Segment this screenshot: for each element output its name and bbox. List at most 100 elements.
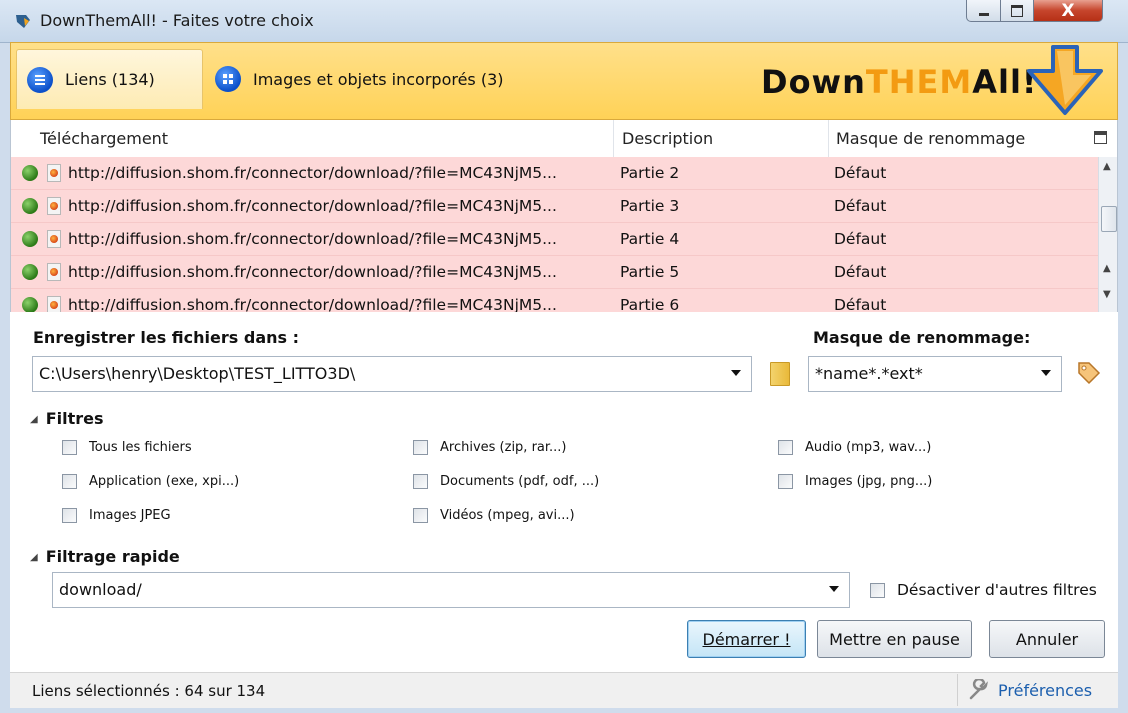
check-icon[interactable] — [22, 231, 38, 247]
checkbox-label: Archives (zip, rar...) — [440, 440, 567, 455]
rename-mask-label: Masque de renommage: — [813, 328, 1031, 347]
tab-bar: Liens (134) Images et objets incorporés … — [10, 42, 1118, 120]
checkbox-label: Documents (pdf, odf, ...) — [440, 474, 600, 489]
filter-audio[interactable]: Audio (mp3, wav...) — [778, 440, 931, 455]
row-description: Partie 4 — [620, 230, 680, 248]
disable-other-filters[interactable]: Désactiver d'autres filtres — [870, 581, 1097, 599]
quick-filter-value: download/ — [59, 580, 142, 599]
status-bar: Liens sélectionnés : 64 sur 134 Préféren… — [10, 672, 1118, 708]
quick-filter-title: Filtrage rapide — [45, 547, 180, 566]
close-button[interactable]: X — [1033, 0, 1103, 22]
checkbox[interactable] — [870, 582, 885, 598]
quick-filter-section-header[interactable]: ◢ Filtrage rapide — [30, 547, 180, 566]
row-url: http://diffusion.shom.fr/connector/downl… — [68, 197, 557, 215]
chevron-down-icon[interactable] — [731, 370, 741, 376]
scroll-up-icon[interactable]: ▲ — [1103, 263, 1111, 274]
row-mask: Défaut — [834, 230, 887, 248]
column-picker-icon[interactable] — [1094, 131, 1107, 144]
checkbox[interactable] — [62, 474, 77, 489]
checkbox[interactable] — [778, 474, 793, 489]
table-scrollbar[interactable]: ▲ ▲ ▼ — [1098, 157, 1117, 312]
checkbox[interactable] — [778, 440, 793, 455]
row-url: http://diffusion.shom.fr/connector/downl… — [68, 263, 557, 281]
checkbox[interactable] — [62, 440, 77, 455]
scroll-thumb[interactable] — [1101, 206, 1117, 232]
filter-archives[interactable]: Archives (zip, rar...) — [413, 440, 567, 455]
quick-filter-combo[interactable]: download/ — [52, 572, 850, 608]
scroll-up-icon[interactable]: ▲ — [1103, 161, 1111, 172]
table-header: Téléchargement Description Masque de ren… — [11, 120, 1117, 158]
tag-icon[interactable] — [1076, 360, 1102, 386]
checkbox-label: Vidéos (mpeg, avi...) — [440, 508, 575, 523]
chevron-down-icon[interactable] — [829, 586, 839, 592]
checkbox[interactable] — [413, 474, 428, 489]
chevron-down-icon[interactable] — [1041, 370, 1051, 376]
checkbox-label: Désactiver d'autres filtres — [897, 581, 1097, 599]
table-row[interactable]: http://diffusion.shom.fr/connector/downl… — [11, 157, 1098, 190]
row-url: http://diffusion.shom.fr/connector/downl… — [68, 164, 557, 182]
title-bar[interactable]: DownThemAll! - Faites votre choix X — [0, 0, 1128, 43]
scroll-down-icon[interactable]: ▼ — [1103, 289, 1111, 300]
wrench-icon — [969, 679, 988, 700]
checkbox-label: Images (jpg, png...) — [805, 474, 933, 489]
checkbox-label: Audio (mp3, wav...) — [805, 440, 932, 455]
filters-title: Filtres — [45, 409, 104, 428]
save-path-value: C:\Users\henry\Desktop\TEST_LITTO3D\ — [39, 364, 356, 383]
row-description: Partie 6 — [620, 296, 680, 312]
tab-images-label: Images et objets incorporés (3) — [253, 69, 504, 89]
filter-all-files[interactable]: Tous les fichiers — [62, 440, 192, 455]
filter-application[interactable]: Application (exe, xpi...) — [62, 474, 239, 489]
window-title: DownThemAll! - Faites votre choix — [40, 11, 314, 30]
links-table: Téléchargement Description Masque de ren… — [10, 120, 1118, 312]
action-buttons: Démarrer ! Mettre en pause Annuler — [10, 620, 1118, 660]
maximize-button[interactable] — [1000, 0, 1034, 22]
filter-images[interactable]: Images (jpg, png...) — [778, 474, 932, 489]
filter-jpeg[interactable]: Images JPEG — [62, 508, 171, 523]
folder-icon[interactable] — [770, 362, 790, 386]
filter-videos[interactable]: Vidéos (mpeg, avi...) — [413, 508, 575, 523]
row-description: Partie 5 — [620, 263, 680, 281]
row-mask: Défaut — [834, 263, 887, 281]
cancel-button[interactable]: Annuler — [989, 620, 1105, 658]
start-button[interactable]: Démarrer ! — [687, 620, 806, 658]
preferences-button[interactable]: Préférences — [957, 674, 1100, 706]
filters-section-header[interactable]: ◢ Filtres — [30, 409, 104, 428]
download-arrow-icon — [1027, 45, 1103, 115]
list-icon — [27, 66, 53, 93]
rename-mask-value: *name*.*ext* — [815, 364, 923, 383]
tab-images[interactable]: Images et objets incorporés (3) — [215, 49, 545, 109]
checkbox-label: Application (exe, xpi...) — [89, 474, 240, 489]
table-row[interactable]: http://diffusion.shom.fr/connector/downl… — [11, 190, 1098, 223]
checkbox[interactable] — [62, 508, 77, 523]
preferences-label: Préférences — [998, 680, 1093, 700]
file-icon — [47, 164, 61, 182]
check-icon[interactable] — [22, 165, 38, 181]
rename-mask-combo[interactable]: *name*.*ext* — [808, 356, 1062, 392]
save-location-label: Enregistrer les fichiers dans : — [33, 328, 299, 347]
maximize-icon — [1011, 4, 1023, 17]
column-header-download[interactable]: Téléchargement — [40, 129, 168, 148]
save-path-combo[interactable]: C:\Users\henry\Desktop\TEST_LITTO3D\ — [32, 356, 752, 392]
check-icon[interactable] — [22, 297, 38, 312]
pause-button[interactable]: Mettre en pause — [817, 620, 972, 658]
column-separator — [613, 120, 614, 157]
table-row[interactable]: http://diffusion.shom.fr/connector/downl… — [11, 289, 1098, 312]
filter-documents[interactable]: Documents (pdf, odf, ...) — [413, 474, 599, 489]
row-mask: Défaut — [834, 164, 887, 182]
minimize-button[interactable] — [966, 0, 1001, 22]
row-description: Partie 2 — [620, 164, 680, 182]
column-header-description[interactable]: Description — [622, 129, 713, 148]
brand-logo: DownTHEMAll! — [747, 45, 1107, 117]
column-header-mask[interactable]: Masque de renommage — [836, 129, 1025, 148]
checkbox[interactable] — [413, 440, 428, 455]
checkbox[interactable] — [413, 508, 428, 523]
tab-links[interactable]: Liens (134) — [16, 49, 203, 109]
check-icon[interactable] — [22, 198, 38, 214]
tab-links-label: Liens (134) — [65, 70, 155, 89]
table-row[interactable]: http://diffusion.shom.fr/connector/downl… — [11, 223, 1098, 256]
check-icon[interactable] — [22, 264, 38, 280]
table-row[interactable]: http://diffusion.shom.fr/connector/downl… — [11, 256, 1098, 289]
checkbox-label: Images JPEG — [89, 508, 171, 523]
column-separator — [828, 120, 829, 157]
row-mask: Défaut — [834, 296, 887, 312]
